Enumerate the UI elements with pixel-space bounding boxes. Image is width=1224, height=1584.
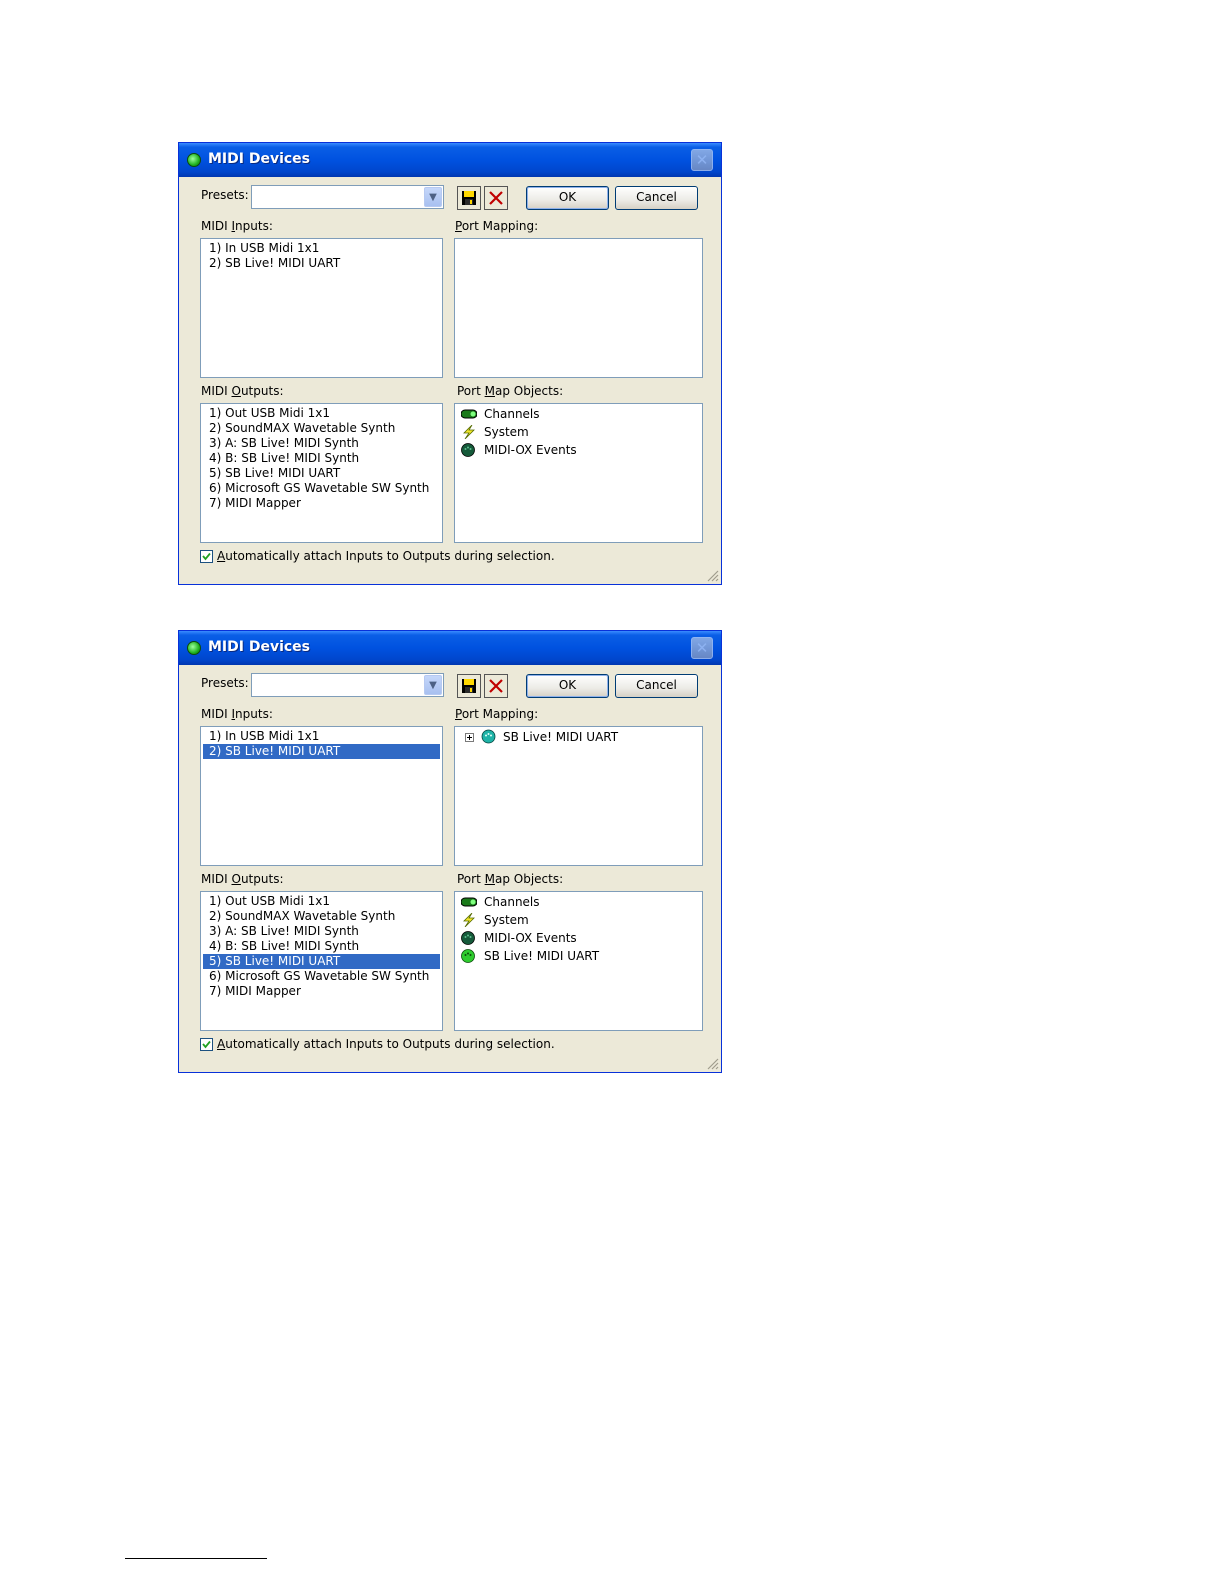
- channels-icon: [461, 409, 477, 419]
- ok-button[interactable]: OK: [526, 674, 609, 698]
- list-item[interactable]: 4) B: SB Live! MIDI Synth: [203, 451, 440, 466]
- port-mapping-tree[interactable]: SB Live! MIDI UART: [454, 726, 703, 866]
- delete-x-icon: [489, 679, 503, 693]
- chevron-down-icon[interactable]: ▼: [424, 675, 442, 695]
- auto-attach-label[interactable]: Automatically attach Inputs to Outputs d…: [217, 549, 555, 563]
- list-item[interactable]: 2) SoundMAX Wavetable Synth: [203, 421, 440, 436]
- midi-inputs-label: MIDI Inputs:: [201, 707, 273, 721]
- midi-port-green-icon: [461, 949, 475, 963]
- lightning-icon: [463, 913, 475, 927]
- midi-outputs-list[interactable]: 1) Out USB Midi 1x1 2) SoundMAX Wavetabl…: [200, 403, 443, 543]
- list-item-selected[interactable]: 2) SB Live! MIDI UART: [203, 744, 440, 759]
- port-map-objects-list[interactable]: Channels System MIDI-OX Events SB Live! …: [454, 891, 703, 1031]
- port-map-objects-label: Port Map Objects:: [457, 872, 564, 886]
- ok-button[interactable]: OK: [526, 186, 609, 210]
- checkmark-icon: [202, 552, 211, 561]
- delete-preset-button[interactable]: [484, 186, 508, 210]
- auto-attach-label[interactable]: Automatically attach Inputs to Outputs d…: [217, 1037, 555, 1051]
- list-item[interactable]: 6) Microsoft GS Wavetable SW Synth: [203, 969, 440, 984]
- chevron-down-icon[interactable]: ▼: [424, 187, 442, 207]
- list-item[interactable]: 6) Microsoft GS Wavetable SW Synth: [203, 481, 440, 496]
- list-item[interactable]: 1) In USB Midi 1x1: [203, 729, 440, 744]
- list-item[interactable]: 1) Out USB Midi 1x1: [203, 894, 440, 909]
- list-item-selected[interactable]: 5) SB Live! MIDI UART: [203, 954, 440, 969]
- footnote-separator: [125, 1558, 267, 1559]
- midi-port-icon: [461, 931, 475, 945]
- resize-grip-icon[interactable]: [707, 1058, 719, 1070]
- auto-attach-checkbox[interactable]: [200, 1038, 213, 1051]
- list-item[interactable]: 1) Out USB Midi 1x1: [203, 406, 440, 421]
- delete-preset-button[interactable]: [484, 674, 508, 698]
- floppy-disk-icon: [462, 679, 476, 693]
- presets-label: Presets:: [201, 188, 249, 202]
- list-item[interactable]: 1) In USB Midi 1x1: [203, 241, 440, 256]
- lightning-icon: [463, 425, 475, 439]
- midi-outputs-label: MIDI Outputs:: [201, 872, 284, 886]
- close-button[interactable]: ✕: [691, 149, 713, 171]
- midi-outputs-label: MIDI Outputs:: [201, 384, 284, 398]
- floppy-disk-icon: [462, 191, 476, 205]
- port-mapping-label: Port Mapping:: [455, 707, 539, 721]
- save-preset-button[interactable]: [457, 186, 481, 210]
- window-title: MIDI Devices: [208, 639, 311, 655]
- cancel-button[interactable]: Cancel: [615, 186, 698, 210]
- list-item[interactable]: 5) SB Live! MIDI UART: [203, 466, 440, 481]
- midi-devices-dialog-1: MIDI Devices ✕ Presets: ▼ OK Cancel MIDI…: [178, 142, 722, 585]
- title-bar[interactable]: MIDI Devices ✕: [179, 143, 721, 177]
- list-item[interactable]: 2) SB Live! MIDI UART: [203, 256, 440, 271]
- window-title: MIDI Devices: [208, 151, 311, 167]
- midi-inputs-list[interactable]: 1) In USB Midi 1x1 2) SB Live! MIDI UART: [200, 238, 443, 378]
- tree-node-label: SB Live! MIDI UART: [503, 730, 619, 744]
- midi-ox-app-icon: [187, 641, 201, 655]
- list-item[interactable]: 3) A: SB Live! MIDI Synth: [203, 436, 440, 451]
- expand-plus-icon[interactable]: [465, 733, 474, 742]
- midi-inputs-label: MIDI Inputs:: [201, 219, 273, 233]
- presets-combobox[interactable]: ▼: [251, 673, 444, 697]
- port-map-objects-label: Port Map Objects:: [457, 384, 564, 398]
- close-button[interactable]: ✕: [691, 637, 713, 659]
- checkmark-icon: [202, 1040, 211, 1049]
- list-item[interactable]: 4) B: SB Live! MIDI Synth: [203, 939, 440, 954]
- port-mapping-tree[interactable]: [454, 238, 703, 378]
- port-mapping-label: Port Mapping:: [455, 219, 539, 233]
- port-map-objects-list[interactable]: Channels System MIDI-OX Events: [454, 403, 703, 543]
- title-bar[interactable]: MIDI Devices ✕: [179, 631, 721, 665]
- resize-grip-icon[interactable]: [707, 570, 719, 582]
- presets-label: Presets:: [201, 676, 249, 690]
- save-preset-button[interactable]: [457, 674, 481, 698]
- delete-x-icon: [489, 191, 503, 205]
- midi-ox-app-icon: [187, 153, 201, 167]
- list-item[interactable]: 2) SoundMAX Wavetable Synth: [203, 909, 440, 924]
- channels-icon: [461, 897, 477, 907]
- list-item[interactable]: 3) A: SB Live! MIDI Synth: [203, 924, 440, 939]
- midi-outputs-list[interactable]: 1) Out USB Midi 1x1 2) SoundMAX Wavetabl…: [200, 891, 443, 1031]
- midi-port-cyan-icon: [481, 729, 496, 744]
- midi-devices-dialog-2: MIDI Devices ✕ Presets: ▼ OK Cancel MIDI…: [178, 630, 722, 1073]
- auto-attach-checkbox[interactable]: [200, 550, 213, 563]
- cancel-button[interactable]: Cancel: [615, 674, 698, 698]
- presets-combobox[interactable]: ▼: [251, 185, 444, 209]
- list-item[interactable]: 7) MIDI Mapper: [203, 984, 440, 999]
- midi-port-icon: [461, 443, 475, 457]
- list-item[interactable]: 7) MIDI Mapper: [203, 496, 440, 511]
- midi-inputs-list[interactable]: 1) In USB Midi 1x1 2) SB Live! MIDI UART: [200, 726, 443, 866]
